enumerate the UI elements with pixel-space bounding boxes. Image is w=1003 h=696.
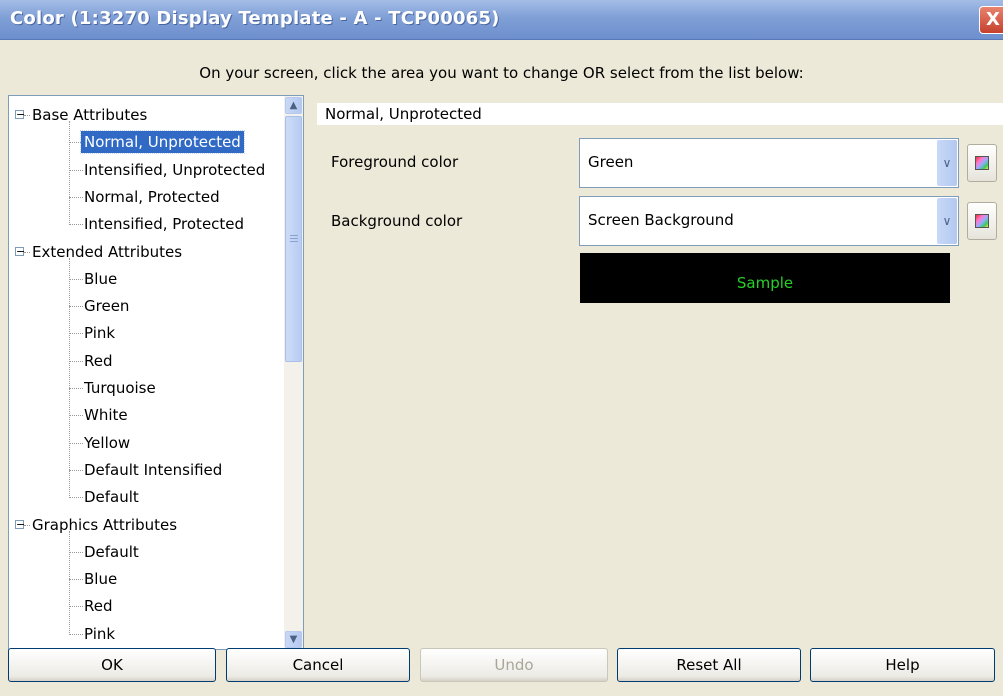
tree-group[interactable]: Extended Attributes bbox=[29, 239, 185, 265]
tree-item-label: Red bbox=[84, 351, 113, 370]
tree-item-label: Blue bbox=[84, 269, 118, 288]
tree-content: − Base Attributes Normal, Unprotected Inten… bbox=[9, 96, 283, 649]
tree-item[interactable]: Red bbox=[81, 593, 116, 619]
undo-button[interactable]: Undo bbox=[420, 648, 608, 682]
tree-item-label: Normal, Protected bbox=[84, 187, 220, 206]
tree-group-label: Extended Attributes bbox=[32, 242, 183, 261]
scroll-thumb[interactable] bbox=[285, 116, 302, 362]
tree-group[interactable]: Graphics Attributes bbox=[29, 512, 180, 538]
tree-item-label: Pink bbox=[84, 324, 116, 343]
tree-item[interactable]: Default Intensified bbox=[81, 457, 225, 483]
close-button[interactable]: X bbox=[979, 6, 1003, 34]
tree-connector bbox=[69, 121, 70, 226]
foreground-select[interactable]: Green ∨ bbox=[579, 138, 959, 188]
window-title: Color (1:3270 Display Template - A - TCP… bbox=[10, 8, 500, 29]
collapse-icon[interactable]: − bbox=[15, 109, 25, 120]
tree-item[interactable]: Normal, Unprotected bbox=[80, 129, 245, 155]
foreground-label: Foreground color bbox=[331, 153, 459, 171]
tree-item-label: Blue bbox=[84, 570, 118, 589]
scroll-up-button[interactable]: ▲ bbox=[285, 97, 302, 114]
background-label: Background color bbox=[331, 212, 463, 230]
tree-item[interactable]: Intensified, Protected bbox=[81, 211, 247, 237]
tree-group-label: Graphics Attributes bbox=[32, 515, 178, 534]
tree-item[interactable]: Turquoise bbox=[81, 375, 159, 401]
foreground-value: Green bbox=[588, 153, 634, 171]
tree-connector bbox=[69, 257, 70, 499]
background-value: Screen Background bbox=[588, 211, 734, 229]
attribute-tree[interactable]: − Base Attributes Normal, Unprotected Inten… bbox=[8, 95, 304, 650]
chevron-down-icon[interactable]: ∨ bbox=[937, 198, 957, 244]
title-bar: Color (1:3270 Display Template - A - TCP… bbox=[0, 0, 1003, 40]
tree-item-label: Turquoise bbox=[84, 379, 156, 397]
instruction-text: On your screen, click the area you want … bbox=[199, 64, 804, 82]
attribute-panel: Normal, Unprotected Foreground color Gre… bbox=[317, 95, 1003, 650]
tree-item[interactable]: Blue bbox=[81, 266, 120, 292]
tree-item[interactable]: Pink bbox=[81, 621, 118, 647]
color-palette-icon bbox=[975, 156, 989, 170]
tree-item[interactable]: Normal, Protected bbox=[81, 184, 223, 210]
tree-item-label: Pink bbox=[84, 624, 116, 643]
tree-item[interactable]: Pink bbox=[81, 320, 118, 346]
scroll-down-button[interactable]: ▼ bbox=[285, 631, 302, 648]
tree-item-label: Green bbox=[84, 297, 130, 316]
ok-button[interactable]: OK bbox=[8, 648, 216, 682]
tree-group-label: Base Attributes bbox=[32, 106, 148, 124]
tree-item[interactable]: Default bbox=[81, 539, 142, 565]
tree-item-label: Normal, Unprotected bbox=[80, 130, 245, 155]
help-button[interactable]: Help bbox=[810, 648, 995, 682]
tree-item[interactable]: Yellow bbox=[81, 430, 133, 456]
chevron-down-icon[interactable]: ∨ bbox=[937, 140, 957, 186]
collapse-icon[interactable]: − bbox=[15, 519, 25, 530]
tree-item-label: Yellow bbox=[84, 433, 131, 452]
tree-connector bbox=[69, 530, 70, 635]
color-sample: Sample bbox=[580, 253, 950, 303]
tree-group[interactable]: Base Attributes bbox=[29, 102, 150, 128]
color-palette-icon bbox=[975, 214, 989, 228]
reset-all-button[interactable]: Reset All bbox=[617, 648, 801, 682]
collapse-icon[interactable]: − bbox=[15, 246, 25, 257]
tree-item[interactable]: White bbox=[81, 402, 131, 428]
tree-item-label: White bbox=[84, 406, 128, 425]
background-select[interactable]: Screen Background ∨ bbox=[579, 196, 959, 246]
tree-item-label: Intensified, Protected bbox=[84, 215, 245, 234]
tree-item[interactable]: Intensified, Unprotected bbox=[81, 157, 268, 183]
tree-item-label: Intensified, Unprotected bbox=[84, 160, 266, 179]
tree-item-label: Default bbox=[84, 542, 139, 561]
cancel-button[interactable]: Cancel bbox=[226, 648, 410, 682]
tree-scrollbar[interactable]: ▲ ▼ bbox=[284, 96, 303, 649]
tree-item-label: Red bbox=[84, 597, 113, 616]
tree-item[interactable]: Default bbox=[81, 484, 142, 510]
background-palette-button[interactable] bbox=[967, 202, 997, 240]
foreground-palette-button[interactable] bbox=[967, 144, 997, 182]
tree-item-label: Default Intensified bbox=[84, 460, 223, 479]
grip-icon bbox=[290, 235, 298, 243]
panel-heading: Normal, Unprotected bbox=[317, 103, 1003, 125]
tree-item-label: Default bbox=[84, 488, 139, 507]
tree-item[interactable]: Green bbox=[81, 293, 132, 319]
tree-item[interactable]: Blue bbox=[81, 566, 120, 592]
tree-item[interactable]: Red bbox=[81, 348, 116, 374]
